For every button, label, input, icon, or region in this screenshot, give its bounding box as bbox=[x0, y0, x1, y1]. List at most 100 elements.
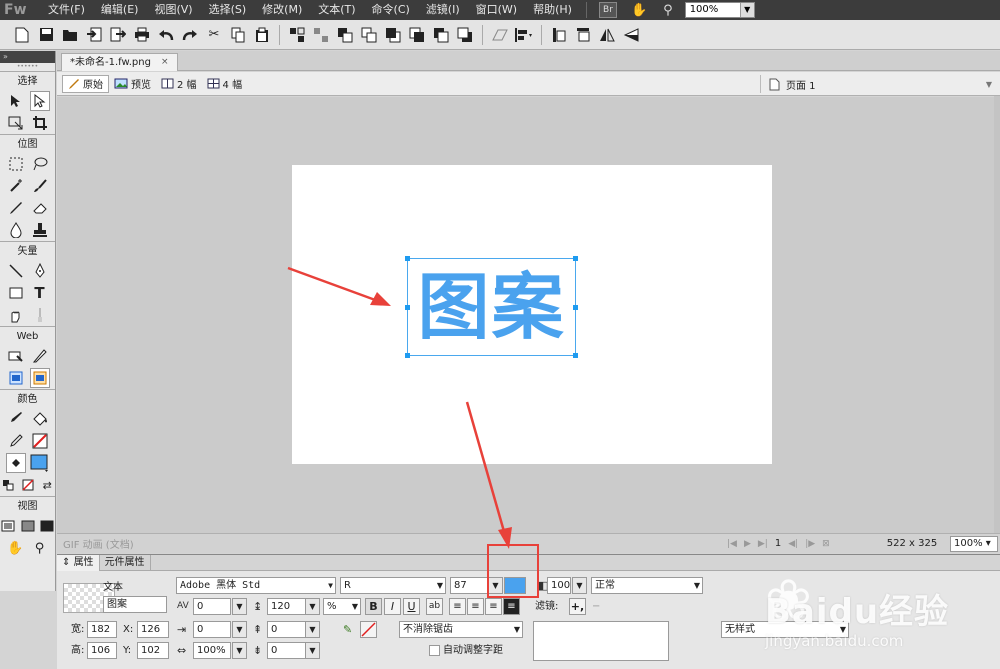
new-document-icon[interactable] bbox=[11, 24, 33, 46]
swap-colors-icon[interactable]: ⇄ bbox=[39, 475, 55, 495]
zoom-icon[interactable]: ⚲ bbox=[663, 3, 673, 18]
menu-view[interactable]: 视图(V) bbox=[146, 0, 200, 20]
bold-button[interactable]: B bbox=[365, 598, 382, 615]
page-selector[interactable]: 页面 1 ▼ bbox=[760, 75, 996, 93]
hide-slices-icon[interactable] bbox=[6, 368, 26, 388]
send-backward-icon[interactable] bbox=[430, 24, 452, 46]
prev-frame-icon[interactable]: ◀| bbox=[788, 539, 798, 549]
menu-filters[interactable]: 滤镜(I) bbox=[418, 0, 468, 20]
leading-unit-select[interactable]: % ▼ bbox=[323, 598, 361, 615]
redo-icon[interactable] bbox=[179, 24, 201, 46]
object-name-field[interactable]: 图案 bbox=[103, 596, 167, 613]
stroke-color-icon[interactable] bbox=[6, 431, 26, 451]
text-stroke-swatch[interactable] bbox=[360, 621, 377, 638]
menu-text[interactable]: 文本(T) bbox=[310, 0, 363, 20]
text-orientation-icon[interactable]: ab bbox=[426, 598, 443, 615]
view-preview-button[interactable]: 预览 bbox=[109, 75, 156, 93]
no-color-icon[interactable] bbox=[20, 475, 36, 495]
split-icon[interactable] bbox=[358, 24, 380, 46]
group-icon[interactable] bbox=[286, 24, 308, 46]
full-screen-icon[interactable] bbox=[39, 516, 55, 536]
line-tool-icon[interactable] bbox=[6, 261, 26, 281]
font-style-select[interactable]: R ▼ bbox=[340, 577, 446, 594]
tab-symbol-properties[interactable]: 元件属性 bbox=[100, 554, 151, 571]
zoom-tool-icon[interactable]: ⚲ bbox=[30, 538, 50, 558]
menu-help[interactable]: 帮助(H) bbox=[525, 0, 580, 20]
menu-select[interactable]: 选择(S) bbox=[201, 0, 255, 20]
flip-vertical-icon[interactable] bbox=[620, 24, 642, 46]
canvas-area[interactable]: 图案 bbox=[57, 97, 1000, 533]
standard-screen-icon[interactable] bbox=[0, 516, 16, 536]
freeform-tool-icon[interactable] bbox=[6, 305, 26, 325]
kerning-field[interactable]: 0 bbox=[193, 598, 231, 615]
eyedropper-tool-icon[interactable] bbox=[6, 409, 26, 429]
last-frame-icon[interactable]: ▶| bbox=[758, 539, 768, 549]
align-icon[interactable] bbox=[513, 24, 535, 46]
space-after-dropdown[interactable]: ▼ bbox=[305, 642, 320, 659]
italic-button[interactable]: I bbox=[384, 598, 401, 615]
selection-handle[interactable] bbox=[405, 256, 410, 261]
text-tool-icon[interactable]: T bbox=[30, 283, 50, 303]
width-field[interactable]: 182 bbox=[87, 621, 117, 638]
import-icon[interactable] bbox=[83, 24, 105, 46]
bridge-button[interactable]: Br bbox=[598, 2, 617, 18]
bring-to-front-icon[interactable] bbox=[382, 24, 404, 46]
align-left-icon[interactable]: ≡ bbox=[449, 598, 466, 615]
selection-handle[interactable] bbox=[573, 353, 578, 358]
height-field[interactable]: 106 bbox=[87, 642, 117, 659]
blend-mode-select[interactable]: 正常 ▼ bbox=[591, 577, 703, 594]
indent-dropdown[interactable]: ▼ bbox=[232, 621, 247, 638]
antialias-select[interactable]: 不消除锯齿 ▼ bbox=[399, 621, 523, 638]
zoom-select[interactable]: 100% ▼ bbox=[684, 2, 755, 18]
open-folder-icon[interactable] bbox=[59, 24, 81, 46]
magic-wand-icon[interactable] bbox=[6, 176, 26, 196]
y-field[interactable]: 102 bbox=[137, 642, 169, 659]
default-colors-icon[interactable] bbox=[0, 475, 16, 495]
cut-icon[interactable]: ✂ bbox=[203, 24, 225, 46]
export-icon[interactable] bbox=[107, 24, 129, 46]
horizontal-scale-dropdown[interactable]: ▼ bbox=[232, 642, 247, 659]
save-icon[interactable] bbox=[35, 24, 57, 46]
print-icon[interactable] bbox=[131, 24, 153, 46]
lasso-tool-icon[interactable] bbox=[30, 154, 50, 174]
hand-tool-icon[interactable]: ✋ bbox=[6, 538, 26, 558]
fill-color-icon[interactable] bbox=[5, 453, 26, 473]
selected-text-object[interactable]: 图案 bbox=[405, 256, 578, 358]
flip-horizontal-icon[interactable] bbox=[596, 24, 618, 46]
first-frame-icon[interactable]: |◀ bbox=[727, 539, 737, 549]
remove-filter-button[interactable]: − bbox=[592, 598, 600, 615]
menu-window[interactable]: 窗口(W) bbox=[468, 0, 525, 20]
bring-forward-icon[interactable] bbox=[406, 24, 428, 46]
pen-tool-icon[interactable] bbox=[30, 261, 50, 281]
blur-tool-icon[interactable] bbox=[6, 220, 26, 240]
close-icon[interactable]: × bbox=[161, 54, 169, 71]
show-slices-icon[interactable] bbox=[29, 368, 50, 388]
artboard[interactable]: 图案 bbox=[292, 165, 772, 464]
auto-kern-checkbox[interactable] bbox=[429, 645, 440, 656]
crop-tool-icon[interactable] bbox=[30, 113, 50, 133]
justify-icon[interactable]: ≡ bbox=[503, 598, 520, 615]
send-to-back-icon[interactable] bbox=[454, 24, 476, 46]
next-frame-icon[interactable]: |▶ bbox=[805, 539, 815, 549]
selection-handle[interactable] bbox=[405, 353, 410, 358]
view-2up-button[interactable]: 2 幅 bbox=[156, 75, 202, 93]
ungroup-icon[interactable] bbox=[310, 24, 332, 46]
slice-tool-icon[interactable] bbox=[30, 346, 50, 366]
add-filter-button[interactable]: +, bbox=[569, 598, 586, 615]
play-icon[interactable]: ▶ bbox=[744, 539, 751, 549]
align-right-icon[interactable]: ≡ bbox=[485, 598, 502, 615]
kerning-dropdown[interactable]: ▼ bbox=[232, 598, 247, 615]
rotate-left-icon[interactable] bbox=[548, 24, 570, 46]
style-select[interactable]: 无样式 ▼ bbox=[721, 621, 849, 638]
menu-file[interactable]: 文件(F) bbox=[40, 0, 93, 20]
rectangle-tool-icon[interactable] bbox=[6, 283, 26, 303]
tab-properties[interactable]: ⇕ 属性 bbox=[57, 554, 100, 571]
menu-edit[interactable]: 编辑(E) bbox=[93, 0, 147, 20]
pencil-tool-icon[interactable] bbox=[6, 198, 26, 218]
vertical-scrollbar[interactable] bbox=[994, 96, 1000, 533]
marquee-tool-icon[interactable] bbox=[6, 154, 26, 174]
view-original-button[interactable]: 原始 bbox=[62, 74, 109, 93]
selection-handle[interactable] bbox=[573, 256, 578, 261]
full-screen-menus-icon[interactable] bbox=[20, 516, 36, 536]
space-before-dropdown[interactable]: ▼ bbox=[305, 621, 320, 638]
